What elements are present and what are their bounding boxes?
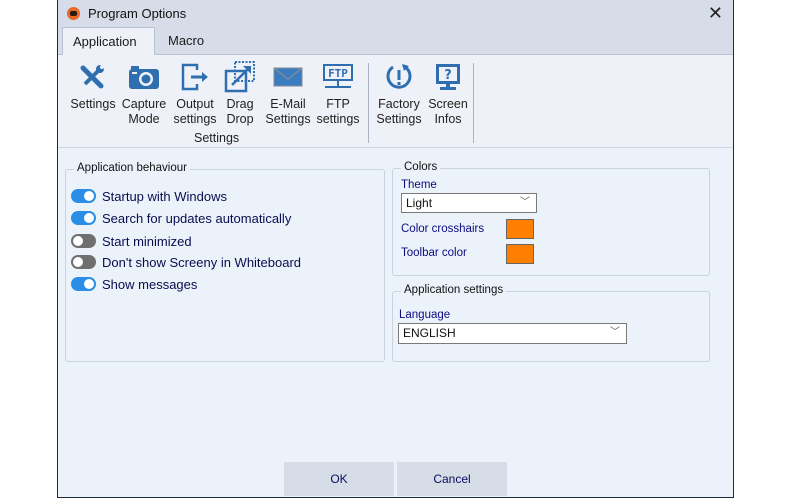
- ftp-settings-button[interactable]: FTP FTP settings: [314, 61, 362, 127]
- chevron-down-icon: ﹀: [520, 197, 530, 208]
- toggle-label: Show messages: [102, 276, 198, 292]
- capture-label: Capture: [121, 97, 167, 111]
- ribbon-separator: [473, 63, 474, 143]
- svg-text:?: ?: [444, 68, 452, 83]
- capture-mode-button[interactable]: Capture Mode: [120, 61, 168, 127]
- email-settings-button[interactable]: E-Mail Settings: [263, 61, 313, 127]
- cancel-button[interactable]: Cancel: [397, 462, 507, 496]
- toggle-label: Startup with Windows: [102, 188, 227, 204]
- color-crosshairs-swatch[interactable]: [506, 219, 534, 239]
- app-logo-icon: [67, 7, 80, 20]
- toggle-switch[interactable]: [71, 277, 96, 291]
- tab-application[interactable]: Application: [62, 27, 155, 55]
- drag-label: Drag: [226, 97, 254, 111]
- ribbon-toolbar: Settings Capture Mode Output settings Dr…: [58, 55, 733, 148]
- ok-button[interactable]: OK: [284, 462, 394, 496]
- factory-settings-button[interactable]: Factory Settings: [374, 61, 424, 127]
- title-bar: Program Options ✕: [58, 0, 733, 27]
- program-options-window: Program Options ✕ Application Macro Sett…: [57, 0, 734, 498]
- window-title: Program Options: [88, 6, 187, 21]
- screen-info-icon: ?: [436, 64, 460, 90]
- toggle-switch[interactable]: [71, 211, 96, 225]
- factory-settings-label: Settings: [376, 112, 422, 126]
- toggle-switch[interactable]: [71, 234, 96, 248]
- camera-icon: [129, 66, 159, 89]
- screen-infos-button[interactable]: ? Screen Infos: [425, 61, 471, 127]
- language-value: ENGLISH: [403, 326, 456, 340]
- colors-group: Colors Theme Light ﹀ Color crosshairs To…: [392, 161, 710, 276]
- toggle-label: Search for updates automatically: [102, 210, 292, 226]
- output-label: Output: [176, 97, 214, 111]
- email-settings-label: Settings: [265, 112, 311, 126]
- settings-label: Settings: [70, 97, 116, 111]
- theme-select[interactable]: Light ﹀: [401, 193, 537, 213]
- color-crosshairs-label: Color crosshairs: [401, 223, 485, 235]
- tools-icon: [80, 65, 104, 89]
- language-label: Language: [399, 309, 451, 321]
- colors-title: Colors: [401, 161, 441, 173]
- factory-reset-icon: [386, 64, 412, 89]
- toggle-search-updates[interactable]: Search for updates automatically: [71, 209, 291, 227]
- close-button[interactable]: ✕: [708, 3, 723, 23]
- ftp-settings-label: settings: [316, 112, 360, 126]
- tab-bar: Application Macro: [58, 27, 733, 55]
- application-settings-group: Application settings Language ENGLISH ﹀: [392, 284, 710, 362]
- theme-label: Theme: [401, 179, 437, 191]
- toggle-label: Don't show Screeny in Whiteboard: [102, 254, 302, 270]
- application-behaviour-title: Application behaviour: [74, 162, 190, 174]
- drop-label: Drop: [226, 112, 254, 126]
- output-settings-label: settings: [173, 112, 217, 126]
- application-behaviour-group: Application behaviour Startup with Windo…: [65, 162, 385, 362]
- output-icon: [181, 63, 208, 91]
- svg-text:FTP: FTP: [328, 67, 348, 80]
- toolbar-color-label: Toolbar color: [401, 247, 467, 259]
- screen-label: Screen: [428, 97, 468, 111]
- toolbar-color-swatch[interactable]: [506, 244, 534, 264]
- toggle-switch[interactable]: [71, 189, 96, 203]
- toggle-startup-with-windows[interactable]: Startup with Windows: [71, 187, 227, 205]
- drag-drop-icon: [224, 61, 255, 93]
- ribbon-separator: [368, 63, 369, 143]
- application-settings-title: Application settings: [401, 284, 507, 296]
- toggle-hide-in-whiteboard[interactable]: Don't show Screeny in Whiteboard: [71, 253, 301, 271]
- email-label: E-Mail: [270, 97, 306, 111]
- toggle-label: Start minimized: [102, 233, 192, 249]
- mode-label: Mode: [128, 112, 160, 126]
- settings-group-label: Settings: [194, 131, 240, 145]
- toggle-show-messages[interactable]: Show messages: [71, 275, 197, 293]
- drag-drop-button[interactable]: Drag Drop: [220, 61, 260, 127]
- toggle-switch[interactable]: [71, 255, 96, 269]
- tab-macro[interactable]: Macro: [158, 27, 214, 54]
- chevron-down-icon: ﹀: [610, 327, 620, 338]
- email-icon: [273, 67, 303, 87]
- output-settings-button[interactable]: Output settings: [171, 61, 219, 127]
- theme-value: Light: [406, 196, 433, 210]
- ftp-icon: FTP: [323, 64, 353, 88]
- settings-button[interactable]: Settings: [69, 61, 117, 112]
- ftp-label: FTP: [326, 97, 350, 111]
- factory-label: Factory: [378, 97, 420, 111]
- language-select[interactable]: ENGLISH ﹀: [398, 323, 627, 344]
- toggle-start-minimized[interactable]: Start minimized: [71, 232, 192, 250]
- infos-label: Infos: [434, 112, 462, 126]
